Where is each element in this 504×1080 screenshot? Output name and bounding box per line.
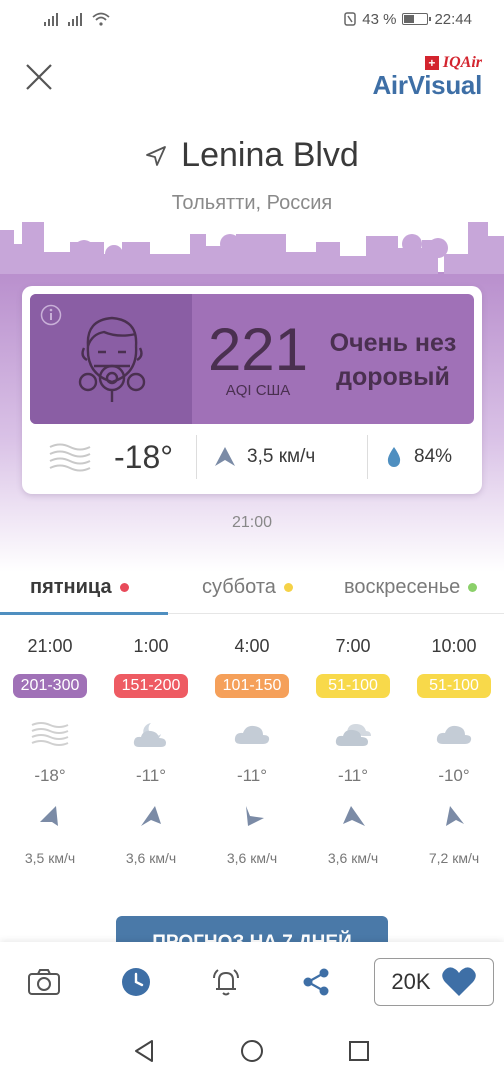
forecast-temp: -11° <box>135 766 167 785</box>
forecast-time: 4:00 <box>234 636 270 656</box>
aqi-face-panel <box>30 294 192 424</box>
forecast-column[interactable]: 10:00 51-100 -10° 7,2 км/ч <box>404 632 504 866</box>
recents-icon[interactable] <box>346 1038 372 1064</box>
forecast-time: 10:00 <box>431 636 477 656</box>
fog-icon <box>49 443 91 472</box>
clock: 22:44 <box>434 10 472 28</box>
wind-direction-icon <box>215 447 235 466</box>
aqi-box: 221 AQI США Очень нез доровый <box>30 294 474 424</box>
tab-label: воскресенье <box>344 576 461 598</box>
wind-direction-icon <box>404 802 504 830</box>
current-temp-block: -18° <box>30 439 196 476</box>
gas-mask-face-icon <box>78 316 146 402</box>
forecast-temp: -18° <box>34 766 66 785</box>
forecast-time: 7:00 <box>335 636 371 656</box>
like-count: 20K <box>391 969 431 994</box>
bell-alarm-icon[interactable] <box>208 964 244 1000</box>
brand-name: AirVisual <box>372 70 482 100</box>
tab-friday[interactable]: пятница <box>30 576 129 599</box>
wind-direction-icon <box>202 802 302 830</box>
current-wind: 3,5 км/ч <box>247 446 316 467</box>
forecast-wind: 3,6 км/ч <box>226 850 278 866</box>
forecast-time: 21:00 <box>27 636 73 656</box>
aqi-range-badge: 151-200 <box>114 674 188 698</box>
tab-dot <box>283 583 293 592</box>
location-name: Lenina Blvd <box>181 136 359 174</box>
moon-cloud-icon <box>101 714 201 754</box>
info-icon[interactable] <box>40 304 62 326</box>
bottom-action-bar: 20K <box>0 942 504 1022</box>
signal-icon <box>68 12 82 26</box>
day-tabs: пятница суббота воскресенье <box>0 566 504 615</box>
forecast-wind: 7,2 км/ч <box>428 850 480 866</box>
wifi-icon <box>92 12 110 26</box>
forecast-temp: -11° <box>236 766 268 785</box>
swiss-flag-icon: + <box>424 56 439 70</box>
current-temperature: -18° <box>114 438 174 475</box>
status-left <box>44 12 110 26</box>
location-arrow-icon <box>146 145 167 166</box>
aqi-range-badge: 51-100 <box>316 674 390 698</box>
humidity-drop-icon <box>387 447 401 467</box>
forecast-column[interactable]: 4:00 101-150 -11° 3,6 км/ч <box>202 632 302 866</box>
share-icon[interactable] <box>298 964 334 1000</box>
aqi-value: 221 <box>207 316 309 383</box>
camera-icon[interactable] <box>26 964 62 1000</box>
forecast-column[interactable]: 7:00 51-100 -11° 3,6 км/ч <box>303 632 403 866</box>
aqi-unit: AQI США <box>225 382 291 399</box>
clouds-icon <box>303 714 403 754</box>
signal-icon <box>44 12 58 26</box>
aqi-range-badge: 51-100 <box>417 674 491 698</box>
close-icon[interactable] <box>22 60 56 94</box>
forecast-wind: 3,6 км/ч <box>125 850 177 866</box>
nfc-icon <box>344 12 356 26</box>
home-icon[interactable] <box>239 1038 265 1064</box>
battery-icon <box>402 13 432 25</box>
tab-label: суббота <box>202 576 276 598</box>
system-nav-bar <box>0 1022 504 1080</box>
aqi-range-badge: 201-300 <box>13 674 87 698</box>
tab-dot <box>119 583 129 592</box>
updated-time: 21:00 <box>231 514 273 531</box>
aqi-status-line2: доровый <box>336 363 450 391</box>
forecast-wind: 3,5 км/ч <box>24 850 76 866</box>
wind-direction-icon <box>101 802 201 830</box>
aqi-range-badge: 101-150 <box>215 674 289 698</box>
current-conditions: -18° 3,5 км/ч 84% <box>30 428 474 486</box>
fog-icon <box>0 714 100 754</box>
forecast-column[interactable]: 21:00 201-300 -18° 3,5 км/ч <box>0 632 100 866</box>
current-wind-block: 3,5 км/ч <box>197 446 367 468</box>
battery-percent: 43 % <box>362 10 397 28</box>
status-bar: 43 % 22:44 <box>0 0 504 38</box>
brand-logo: + IQAir AirVisual <box>372 54 482 98</box>
tab-saturday[interactable]: суббота <box>202 576 293 599</box>
wind-direction-icon <box>303 802 403 830</box>
current-humidity: 84% <box>414 446 453 467</box>
aqi-card[interactable]: 221 AQI США Очень нез доровый -18° 3,5 к… <box>22 286 482 494</box>
tab-sunday[interactable]: воскресенье <box>344 576 478 599</box>
status-right: 43 % 22:44 <box>344 11 472 28</box>
cloud-icon <box>202 714 302 754</box>
back-icon[interactable] <box>132 1038 158 1064</box>
forecast-column[interactable]: 1:00 151-200 -11° 3,6 км/ч <box>101 632 201 866</box>
tab-label: пятница <box>30 576 112 598</box>
forecast-temp: -10° <box>438 766 470 785</box>
wind-direction-icon <box>0 802 100 830</box>
clock-icon[interactable] <box>118 964 154 1000</box>
forecast-temp: -11° <box>337 766 369 785</box>
heart-icon <box>441 967 476 996</box>
tab-dot <box>468 583 478 592</box>
like-button[interactable]: 20K <box>374 958 494 1006</box>
location-header: Lenina Blvd <box>0 136 504 175</box>
forecast-wind: 3,6 км/ч <box>327 850 379 866</box>
tab-active-indicator <box>0 612 168 615</box>
forecast-time: 1:00 <box>133 636 169 656</box>
cloud-icon <box>404 714 504 754</box>
current-humidity-block: 84% <box>368 446 452 468</box>
aqi-status-line1: Очень нез <box>329 329 457 357</box>
aqi-status: Очень нез доровый <box>318 326 468 394</box>
